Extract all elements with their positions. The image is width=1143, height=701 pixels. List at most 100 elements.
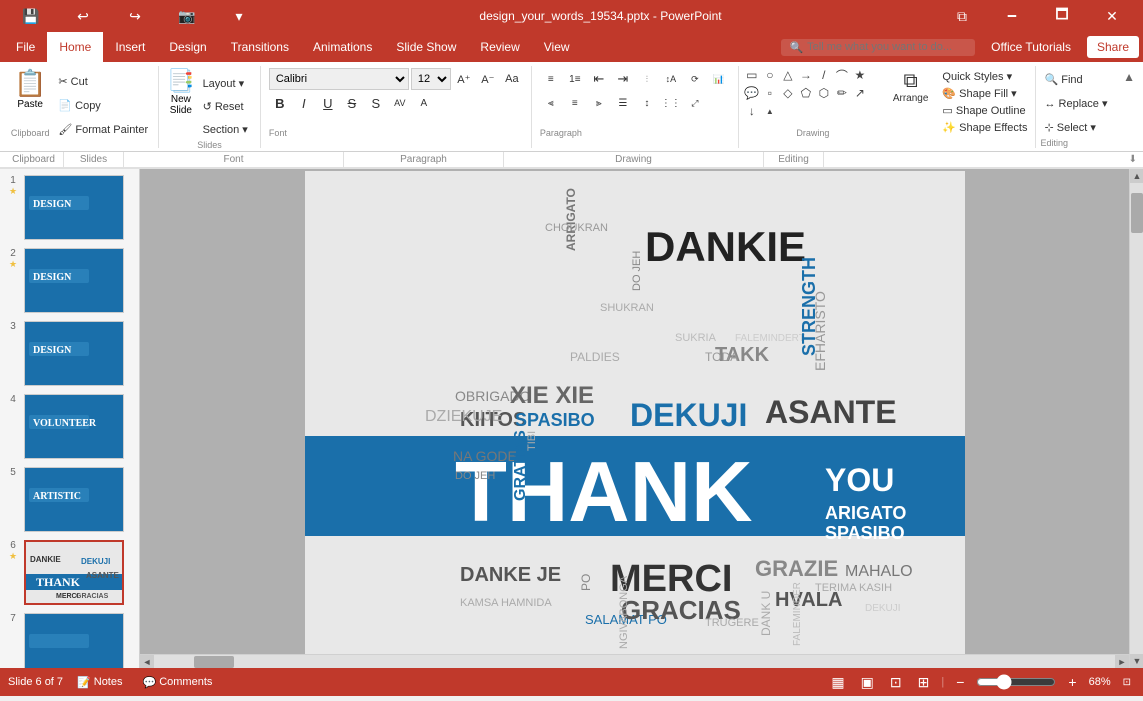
shape-hexagon[interactable]: ⬡ xyxy=(815,84,833,102)
shape-freeform[interactable]: ✏ xyxy=(833,84,851,102)
chart-btn[interactable]: 📊 xyxy=(708,68,730,90)
font-color-btn[interactable]: A xyxy=(413,92,435,114)
decrease-indent-btn[interactable]: ⇤ xyxy=(588,68,610,90)
strikethrough-btn[interactable]: S xyxy=(341,92,363,114)
slide-sorter-btn[interactable]: ▣ xyxy=(857,672,878,693)
find-btn[interactable]: 🔍 Find xyxy=(1040,68,1111,90)
shape-diamond[interactable]: ◇ xyxy=(779,84,797,102)
menu-animations[interactable]: Animations xyxy=(301,32,384,62)
shape-rect2[interactable]: ▫ xyxy=(761,84,779,102)
section-btn[interactable]: Section ▾ xyxy=(199,118,252,140)
zoom-out-btn[interactable]: − xyxy=(952,672,968,692)
zoom-slider[interactable] xyxy=(976,674,1056,690)
shape-fill-btn[interactable]: 🎨 Shape Fill ▾ xyxy=(938,85,1031,102)
redo-btn[interactable]: ↪ xyxy=(112,0,158,32)
undo-btn[interactable]: ↩ xyxy=(60,0,106,32)
align-right-btn[interactable]: ⫸ xyxy=(588,92,610,114)
horizontal-scrollbar[interactable]: ◄ ► xyxy=(140,654,1129,668)
save-btn[interactable]: 💾 xyxy=(8,0,54,32)
zoom-in-btn[interactable]: + xyxy=(1064,672,1080,692)
fit-slide-btn[interactable]: ⊡ xyxy=(1119,675,1135,690)
layout-btn[interactable]: Layout ▾ xyxy=(199,72,252,94)
menu-file[interactable]: File xyxy=(4,32,47,62)
slide-item-2[interactable]: 2 ★ DESIGN xyxy=(4,246,135,315)
share-btn[interactable]: Share xyxy=(1087,36,1139,58)
ribbon-expand-btn[interactable]: ⬇ xyxy=(1129,154,1137,165)
h-scroll-track[interactable] xyxy=(154,655,1115,669)
restore-down-btn[interactable]: ⧉ xyxy=(939,0,985,32)
comments-btn[interactable]: 💬 Comments xyxy=(137,674,219,691)
font-size-select[interactable]: 12 xyxy=(411,68,451,90)
shape-rt-arrow[interactable]: → xyxy=(797,66,815,84)
menu-home[interactable]: Home xyxy=(47,32,103,62)
align-left-btn[interactable]: ⫷ xyxy=(540,92,562,114)
minimize-btn[interactable]: 🗕 xyxy=(989,0,1035,32)
arrange-btn[interactable]: ⧉ Arrange xyxy=(887,68,935,106)
scroll-track[interactable] xyxy=(1130,183,1143,654)
slide-item-5[interactable]: 5 ARTISTIC xyxy=(4,465,135,534)
line-spacing-btn[interactable]: ↕ xyxy=(636,92,658,114)
shape-callout[interactable]: 💬 xyxy=(743,84,761,102)
smart-art-btn[interactable]: ⟳ xyxy=(684,68,706,90)
screenshot-btn[interactable]: 📷 xyxy=(164,0,210,32)
font-name-select[interactable]: Calibri xyxy=(269,68,409,90)
restore-btn[interactable]: 🗖 xyxy=(1039,0,1085,32)
shape-tri[interactable]: △ xyxy=(779,66,797,84)
vertical-scrollbar[interactable]: ▲ ▼ xyxy=(1129,169,1143,668)
slide-item-6[interactable]: 6 ★ THANK DANKIE DEKUJI ASANTE MERCI GRA… xyxy=(4,538,135,607)
ribbon-collapse-btn[interactable]: ▲ xyxy=(1123,70,1135,84)
clear-format-btn[interactable]: Aa xyxy=(501,68,523,90)
notes-btn[interactable]: 📝 Notes xyxy=(71,674,128,691)
slide-item-7[interactable]: 7 xyxy=(4,611,135,668)
shape-line[interactable]: / xyxy=(815,66,833,84)
bold-btn[interactable]: B xyxy=(269,92,291,114)
normal-view-btn[interactable]: ▦ xyxy=(827,672,848,693)
scroll-right-btn[interactable]: ► xyxy=(1115,655,1129,669)
decrease-font-btn[interactable]: A⁻ xyxy=(477,68,499,90)
columns-btn[interactable]: ⋮⋮ xyxy=(660,92,682,114)
reset-btn[interactable]: ↺ Reset xyxy=(199,95,252,117)
replace-btn[interactable]: ↔ Replace ▾ xyxy=(1040,92,1111,114)
new-slide-btn[interactable]: 📑 New Slide xyxy=(167,68,194,140)
format-painter-btn[interactable]: 🖌 Format Painter xyxy=(54,118,152,140)
copy-btn[interactable]: 📄 Copy xyxy=(54,94,152,116)
quick-styles-btn[interactable]: Quick Styles ▾ xyxy=(938,68,1031,85)
cut-btn[interactable]: ✂ Cut xyxy=(54,70,152,92)
slide-item-4[interactable]: 4 VOLUNTEER xyxy=(4,392,135,461)
scroll-down-btn[interactable]: ▼ xyxy=(1130,654,1143,668)
char-spacing-btn[interactable]: AV xyxy=(389,92,411,114)
italic-btn[interactable]: I xyxy=(293,92,315,114)
shadow-btn[interactable]: S xyxy=(365,92,387,114)
office-tutorials-btn[interactable]: Office Tutorials xyxy=(979,36,1083,58)
shape-rect[interactable]: ▭ xyxy=(743,66,761,84)
align-center-btn[interactable]: ≡ xyxy=(564,92,586,114)
paste-btn[interactable]: 📋 Paste xyxy=(10,66,50,112)
scroll-up-btn[interactable]: ▲ xyxy=(1130,169,1143,183)
shape-effects-btn[interactable]: ✨ Shape Effects xyxy=(938,119,1031,136)
h-scroll-thumb[interactable] xyxy=(194,656,234,668)
slideshow-btn[interactable]: ⊞ xyxy=(914,672,934,693)
underline-btn[interactable]: U xyxy=(317,92,339,114)
menu-insert[interactable]: Insert xyxy=(103,32,157,62)
canvas-area[interactable]: THANK YOU ARIGATO SPASIBO DANKIE ARRIGAT… xyxy=(140,169,1129,668)
justify-btn[interactable]: ☰ xyxy=(612,92,634,114)
menu-slideshow[interactable]: Slide Show xyxy=(384,32,468,62)
shape-oval[interactable]: ○ xyxy=(761,66,779,84)
shape-star[interactable]: ★ xyxy=(851,66,869,84)
shape-pent[interactable]: ⬠ xyxy=(797,84,815,102)
col-btn[interactable]: ⫶ xyxy=(636,68,658,90)
scroll-thumb[interactable] xyxy=(1131,193,1143,233)
menu-view[interactable]: View xyxy=(532,32,582,62)
select-btn[interactable]: ⊹ Select ▾ xyxy=(1040,116,1111,138)
menu-transitions[interactable]: Transitions xyxy=(219,32,301,62)
shape-curve[interactable]: ⌒ xyxy=(833,66,851,84)
increase-indent-btn[interactable]: ⇥ xyxy=(612,68,634,90)
slide-item-3[interactable]: 3 DESIGN xyxy=(4,319,135,388)
shape-down-arrow[interactable]: ↓ xyxy=(743,102,761,120)
shape-scroll-up[interactable]: ▲ xyxy=(761,102,779,120)
customize-btn[interactable]: ▾ xyxy=(216,0,262,32)
paragraph-expander[interactable]: ⤢ xyxy=(684,92,706,114)
search-input[interactable] xyxy=(807,41,967,53)
menu-review[interactable]: Review xyxy=(468,32,531,62)
shape-outline-btn[interactable]: ▭ Shape Outline xyxy=(938,102,1031,119)
